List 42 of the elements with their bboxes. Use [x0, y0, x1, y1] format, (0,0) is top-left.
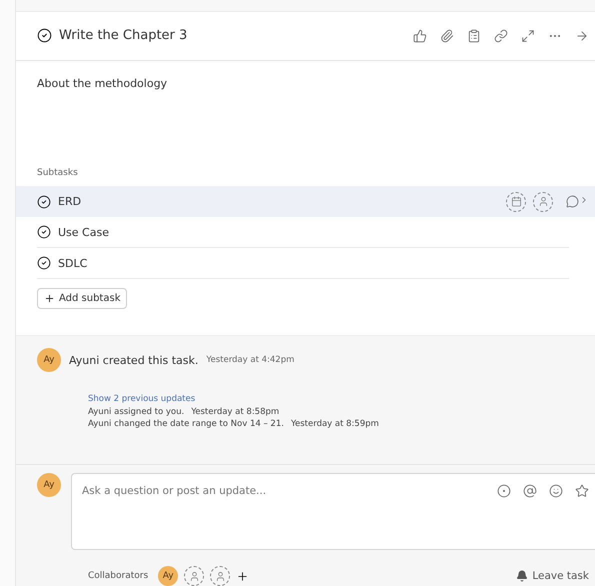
update-text: Ayuni assigned to you. [88, 407, 184, 417]
complete-check-icon[interactable] [37, 28, 52, 44]
subtask-row[interactable]: ERD [16, 186, 595, 218]
paperclip-icon[interactable] [440, 28, 454, 43]
task-title[interactable]: Write the Chapter 3 [59, 28, 406, 44]
plus-icon [44, 293, 55, 304]
add-subtask-button[interactable]: Add subtask [37, 288, 128, 309]
add-icon[interactable] [236, 570, 250, 582]
link-icon[interactable] [494, 28, 508, 43]
mention-icon[interactable] [523, 484, 537, 498]
expand-icon[interactable] [521, 28, 535, 43]
activity-time: Yesterday at 4:42pm [206, 355, 294, 365]
complete-check-icon[interactable] [37, 194, 51, 209]
collaborators-label: Collaborators [88, 571, 148, 581]
record-icon[interactable] [497, 484, 511, 498]
update-time: Yesterday at 8:59pm [290, 419, 379, 429]
show-updates-link[interactable]: Show 2 previous updates [88, 394, 196, 404]
bell-icon [516, 570, 528, 582]
thumbs-up-icon[interactable] [413, 28, 427, 43]
user-icon[interactable] [533, 192, 553, 212]
avatar[interactable]: Ay [158, 566, 178, 586]
close-arrow-icon[interactable] [575, 28, 589, 43]
update-text: Ayuni changed the date range to Nov 14 – 21. [88, 419, 284, 429]
clipboard-icon[interactable] [467, 28, 481, 43]
subtasks-label: Subtasks [37, 168, 78, 178]
comment-field[interactable]: Ask a question or post an update... [80, 484, 497, 498]
complete-check-icon[interactable] [37, 256, 51, 270]
activity-text: Ayuni created this task. [69, 354, 198, 366]
emoji-icon[interactable] [549, 484, 563, 498]
complete-check-icon[interactable] [37, 225, 51, 240]
leave-task-button[interactable]: Leave task [516, 570, 589, 582]
subtask-name: SDLC [58, 256, 88, 270]
star-icon[interactable] [575, 484, 589, 498]
avatar: Ay [37, 348, 61, 372]
subtask-name: Use Case [58, 226, 110, 239]
subtask-name: ERD [58, 195, 82, 208]
update-time: Yesterday at 8:58pm [191, 407, 280, 417]
user-icon[interactable] [210, 566, 230, 586]
calendar-icon[interactable] [506, 192, 526, 212]
task-description[interactable]: About the methodology [37, 76, 168, 90]
avatar: Ay [37, 473, 61, 497]
user-icon[interactable] [184, 566, 204, 586]
